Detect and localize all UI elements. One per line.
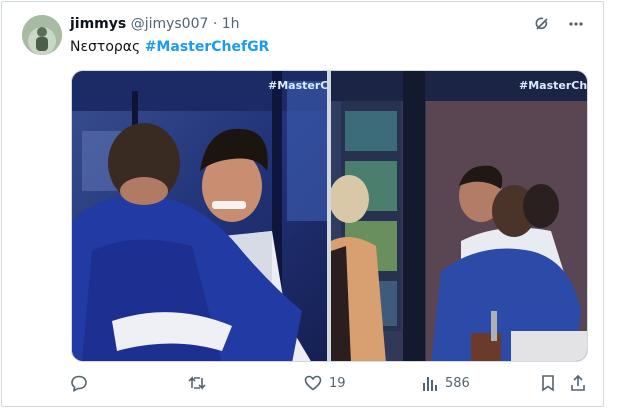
watermark-right: #MasterChef <box>519 79 587 92</box>
like-button[interactable]: 19 <box>304 374 346 392</box>
media-grid: #MasterCh <box>71 70 588 362</box>
reply-button[interactable] <box>70 374 88 392</box>
watermark-left: #MasterCh <box>268 79 327 92</box>
grok-icon[interactable] <box>534 16 550 36</box>
speech-bubble-icon <box>70 374 88 392</box>
share-icon <box>570 374 586 392</box>
media-photo-left[interactable]: #MasterCh <box>72 71 327 361</box>
tweet-text-plain: Νεστορας <box>70 39 145 55</box>
views-button[interactable]: 586 <box>422 374 470 392</box>
share-button[interactable] <box>570 374 586 392</box>
more-icon[interactable] <box>568 16 584 36</box>
retweet-button[interactable] <box>187 374 207 392</box>
tweet-text: Νεστορας #MasterChefGR <box>70 39 269 55</box>
avatar-image <box>22 15 62 55</box>
bookmark-button[interactable] <box>540 374 556 392</box>
avatar[interactable] <box>22 15 62 55</box>
user-handle[interactable]: @jimys007 <box>131 16 209 32</box>
timestamp[interactable]: 1h <box>222 16 240 32</box>
bookmark-icon <box>540 374 556 392</box>
separator: · <box>212 16 218 32</box>
hashtag-link[interactable]: #MasterChefGR <box>145 39 270 55</box>
media-photo-right[interactable]: #MasterChef <box>331 71 587 361</box>
like-count: 19 <box>329 375 346 391</box>
heart-icon <box>304 374 322 392</box>
bar-chart-icon <box>422 374 438 392</box>
views-count: 586 <box>445 375 470 391</box>
retweet-icon <box>187 374 207 392</box>
tweet-actions: 19 586 <box>70 374 590 396</box>
tweet-top-actions <box>534 16 584 36</box>
tweet-header: jimmys @jimys007 · 1h <box>70 16 240 32</box>
tweet-card[interactable]: jimmys @jimys007 · 1h Νεστορας #MasterCh… <box>1 1 604 407</box>
display-name[interactable]: jimmys <box>70 16 126 32</box>
